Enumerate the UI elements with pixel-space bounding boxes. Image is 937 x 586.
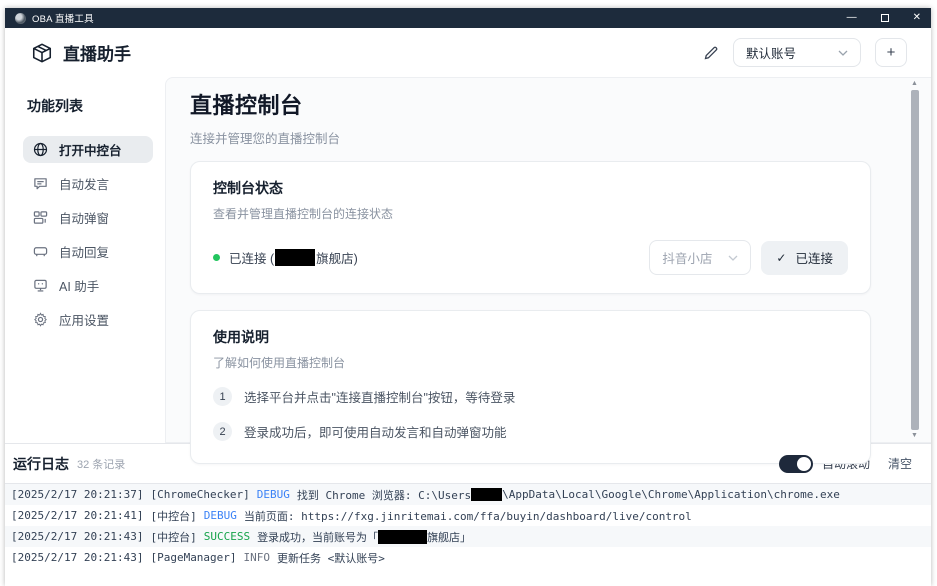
page-title: 直播控制台 (190, 88, 871, 120)
app-window: OBA 直播工具 — ✕ 直播助手 默认账号 (5, 8, 931, 586)
log-timestamp: [2025/2/17 20:21:37] (11, 488, 143, 501)
log-tag: [PageManager] (150, 551, 236, 564)
platform-select[interactable]: 抖音小店 (649, 240, 751, 275)
app-header: 直播助手 默认账号 + (5, 28, 931, 77)
sidebar: 功能列表 打开中控台 自动发言 (5, 77, 165, 443)
sidebar-item-ai-assistant[interactable]: AI 助手 (23, 272, 153, 299)
log-row: [2025/2/17 20:21:43] [PageManager] INFO 更新任… (5, 547, 931, 568)
sidebar-item-auto-reply[interactable]: 自动回复 (23, 238, 153, 265)
chevron-down-icon (728, 255, 738, 261)
gear-icon (33, 312, 48, 327)
log-message: 当前页面: https://fxg.jinritemai.com/ffa/buy… (244, 508, 692, 524)
minimize-button[interactable]: — (847, 13, 857, 23)
connected-button[interactable]: ✓ 已连接 (761, 241, 848, 275)
sidebar-item-open-console[interactable]: 打开中控台 (23, 136, 153, 163)
usage-guide-card: 使用说明 了解如何使用直播控制台 1 选择平台并点击"连接直播控制台"按钮，等待… (190, 310, 871, 464)
popup-windows-icon (33, 210, 48, 225)
log-tag: [ChromeChecker] (150, 488, 249, 501)
step-number-badge: 1 (213, 387, 232, 406)
log-message: 更新任务 <默认账号> (277, 550, 385, 566)
clear-log-button[interactable]: 清空 (888, 455, 912, 472)
add-account-button[interactable]: + (875, 38, 907, 67)
sidebar-item-label: 应用设置 (59, 310, 109, 329)
redacted-shop-name (378, 530, 427, 544)
toggle-knob (797, 457, 811, 471)
guide-card-title: 使用说明 (213, 327, 848, 347)
redacted-shop-name (275, 249, 315, 266)
guide-card-subtitle: 了解如何使用直播控制台 (213, 354, 848, 371)
check-icon: ✓ (776, 251, 786, 265)
scroll-up-icon[interactable]: ▲ (911, 80, 918, 88)
log-tag: [中控台] (150, 529, 196, 545)
scrollbar-thumb[interactable] (911, 90, 919, 430)
main-content: 直播控制台 连接并管理您的直播控制台 控制台状态 查看并管理直播控制台的连接状态… (165, 77, 931, 443)
scroll-down-icon[interactable]: ▼ (911, 432, 918, 440)
log-row: [2025/2/17 20:21:37] [ChromeChecker] DEBUG… (5, 484, 931, 505)
status-card-subtitle: 查看并管理直播控制台的连接状态 (213, 205, 848, 222)
console-status-card: 控制台状态 查看并管理直播控制台的连接状态 已连接 (旗舰店) 抖音小店 ✓ 已… (190, 161, 871, 294)
speech-bubble-icon (33, 176, 48, 191)
sidebar-item-auto-popup[interactable]: 自动弹窗 (23, 204, 153, 231)
edit-pencil-icon[interactable] (703, 45, 719, 61)
sidebar-item-app-settings[interactable]: 应用设置 (23, 306, 153, 333)
log-level: DEBUG (257, 488, 290, 501)
sidebar-item-label: 自动发言 (59, 174, 109, 193)
connected-status-dot (213, 254, 220, 261)
connection-status-text: 已连接 (旗舰店) (229, 248, 358, 267)
brand: 直播助手 (31, 40, 131, 65)
package-cube-icon (31, 42, 53, 64)
window-title: OBA 直播工具 (32, 11, 94, 25)
app-title: 直播助手 (63, 40, 131, 65)
content-scrollbar[interactable]: ▲ ▼ (910, 80, 919, 440)
log-timestamp: [2025/2/17 20:21:41] (11, 509, 143, 522)
account-select-value: 默认账号 (746, 43, 832, 62)
robot-monitor-icon (33, 278, 48, 293)
log-timestamp: [2025/2/17 20:21:43] (11, 551, 143, 564)
status-card-title: 控制台状态 (213, 178, 848, 198)
close-button[interactable]: ✕ (913, 13, 921, 23)
log-panel-title: 运行日志 (13, 454, 69, 474)
app-logo-icon (15, 13, 26, 24)
log-row: [2025/2/17 20:21:41] [中控台] DEBUG 当前页面: http… (5, 505, 931, 526)
sidebar-item-label: AI 助手 (59, 276, 99, 295)
sidebar-item-auto-speak[interactable]: 自动发言 (23, 170, 153, 197)
account-select[interactable]: 默认账号 (733, 38, 861, 67)
sidebar-item-label: 自动回复 (59, 242, 109, 261)
log-message: 找到 Chrome 浏览器: C:\Users (297, 487, 471, 503)
log-level: DEBUG (204, 509, 237, 522)
log-output: [2025/2/17 20:21:37] [ChromeChecker] DEBUG… (5, 483, 931, 586)
maximize-button[interactable] (881, 14, 889, 22)
log-level: INFO (244, 551, 271, 564)
page-subtitle: 连接并管理您的直播控制台 (190, 128, 871, 147)
globe-icon (33, 142, 48, 157)
autoscroll-toggle[interactable] (779, 455, 813, 473)
titlebar: OBA 直播工具 — ✕ (5, 8, 931, 28)
guide-step: 1 选择平台并点击"连接直播控制台"按钮，等待登录 (213, 387, 848, 406)
log-record-count: 32 条记录 (77, 456, 125, 472)
reply-bar-icon (33, 244, 48, 259)
log-message: 旗舰店」 (427, 529, 471, 545)
sidebar-item-label: 自动弹窗 (59, 208, 109, 227)
log-row: [2025/2/17 20:21:43] [中控台] SUCCESS 登录成功，当前账… (5, 526, 931, 547)
log-message: \AppData\Local\Google\Chrome\Application… (502, 488, 840, 501)
guide-step: 2 登录成功后，即可使用自动发言和自动弹窗功能 (213, 422, 848, 441)
connected-button-label: 已连接 (795, 248, 833, 267)
step-number-badge: 2 (213, 422, 232, 441)
sidebar-title: 功能列表 (27, 96, 153, 116)
sidebar-item-label: 打开中控台 (59, 140, 122, 159)
redacted-username (471, 488, 502, 501)
log-tag: [中控台] (150, 508, 196, 524)
platform-select-value: 抖音小店 (662, 248, 728, 267)
log-level: SUCCESS (204, 530, 250, 543)
log-message: 登录成功，当前账号为「 (257, 529, 378, 545)
log-timestamp: [2025/2/17 20:21:43] (11, 530, 143, 543)
chevron-down-icon (838, 50, 848, 56)
